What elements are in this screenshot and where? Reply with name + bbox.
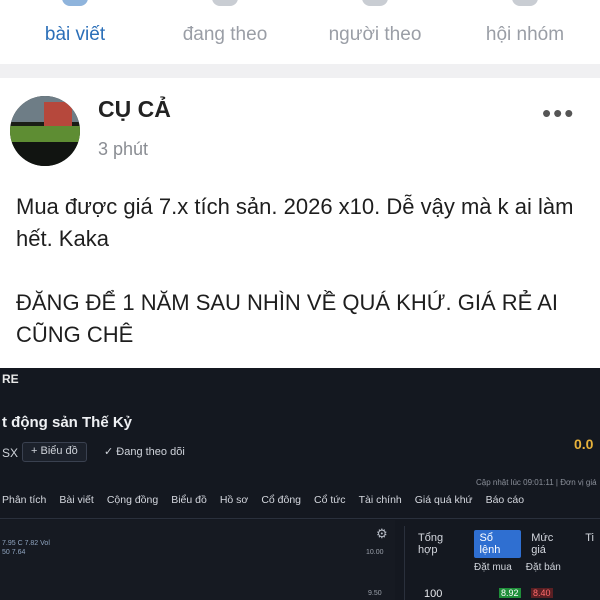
screenshot-nav-item: Cộng đồng [106, 494, 159, 506]
screenshot-orderbook-tab: Sổ lệnh [473, 530, 522, 558]
tab-followers[interactable]: người theo [300, 0, 450, 64]
screenshot-nav-item: Bài viết [59, 494, 94, 506]
tab-label: hội nhóm [485, 24, 565, 45]
screenshot-col-buy: Đặt mua [474, 562, 512, 573]
screenshot-col-sell: Đặt bán [525, 562, 561, 573]
app-screen: bài viết đang theo người theo hội nhóm C… [0, 0, 600, 600]
post-paragraph: ĐĂNG ĐỂ 1 NĂM SAU NHÌN VỀ QUÁ KHỨ. GIÁ R… [16, 290, 559, 347]
screenshot-divider [0, 518, 600, 519]
avatar[interactable] [10, 96, 80, 166]
screenshot-updated: Cập nhật lúc 09:01:11 | Đơn vị giá [476, 478, 597, 487]
followers-tab-icon [362, 0, 388, 6]
tab-following[interactable]: đang theo [150, 0, 300, 64]
screenshot-orderbook-tab: Tổng hợp [418, 532, 444, 556]
profile-tabs: bài viết đang theo người theo hội nhóm [0, 0, 600, 64]
screenshot-follow-label: ✓ Đang theo dõi [104, 446, 185, 458]
screenshot-nav: Phân tích Bài viết Cộng đồng Biểu đồ Hồ … [2, 494, 600, 518]
screenshot-orderbook-header: Đặt mua Đặt bán [474, 562, 561, 573]
post-card: CỤ CẢ 3 phút ••• Mua được giá 7.x tích s… [0, 78, 600, 600]
screenshot-nav-item: Hồ sơ [219, 494, 249, 506]
screenshot-orderbook-volume: 100 [424, 588, 443, 600]
screenshot-nav-item: Báo cáo [485, 494, 525, 506]
author-name[interactable]: CỤ CẢ [98, 96, 171, 123]
tab-label: bài viết [44, 24, 106, 45]
screenshot-orderbook-tab: Ti [585, 532, 594, 544]
post-paragraph: Mua được giá 7.x tích sản. 2026 x10. Dễ … [16, 194, 574, 251]
screenshot-ohlc: 7.95 C 7.82 Vol [2, 540, 50, 547]
tab-posts[interactable]: bài viết [0, 0, 150, 64]
attached-screenshot[interactable]: RE t động sản Thế Kỷ 0.0 SX + Biểu đồ ✓ … [0, 368, 600, 600]
screenshot-axis-label: 9.50 [368, 590, 382, 597]
post-body: Mua được giá 7.x tích sản. 2026 x10. Dễ … [16, 191, 591, 383]
screenshot-orderbook-tab: Mức giá [531, 532, 554, 556]
screenshot-orderbook-buy: 8.92 [499, 588, 521, 598]
posts-tab-icon [62, 0, 88, 6]
tab-groups[interactable]: hội nhóm [450, 0, 600, 64]
screenshot-ohlc-2: 50 7.64 [2, 549, 26, 556]
screenshot-orderbook-tabs: Tổng hợp Sổ lệnh Mức giá Ti [412, 530, 600, 558]
screenshot-nav-item: Cổ đông [261, 494, 302, 506]
post-time: 3 phút [98, 139, 149, 159]
screenshot-price: 0.0 [574, 436, 594, 452]
screenshot-chart-area [0, 520, 395, 600]
screenshot-nav-item: Phân tích [2, 494, 47, 506]
more-options-icon[interactable]: ••• [542, 98, 575, 129]
groups-tab-icon [512, 0, 538, 6]
screenshot-axis-label: 10.00 [366, 549, 384, 556]
following-tab-icon [212, 0, 238, 6]
gear-icon: ⚙ [376, 526, 388, 541]
screenshot-nav-item: Tài chính [358, 494, 402, 506]
screenshot-nav-item: Cổ tức [314, 494, 346, 506]
screenshot-nav-item: Giá quá khứ [414, 494, 473, 506]
screenshot-nav-item: Biểu đồ [171, 494, 207, 506]
screenshot-orderbook-sell: 8.40 [531, 588, 553, 598]
tab-label: đang theo [182, 24, 268, 45]
screenshot-brand: RE [2, 372, 19, 386]
screenshot-chart-button: + Biểu đồ [22, 442, 87, 462]
screenshot-stock-name: t động sản Thế Kỷ [2, 414, 133, 431]
screenshot-orderbook-separator [404, 526, 405, 600]
screenshot-exchange: SX [2, 446, 19, 460]
avatar-shade [10, 142, 80, 166]
tab-label: người theo [328, 24, 422, 45]
